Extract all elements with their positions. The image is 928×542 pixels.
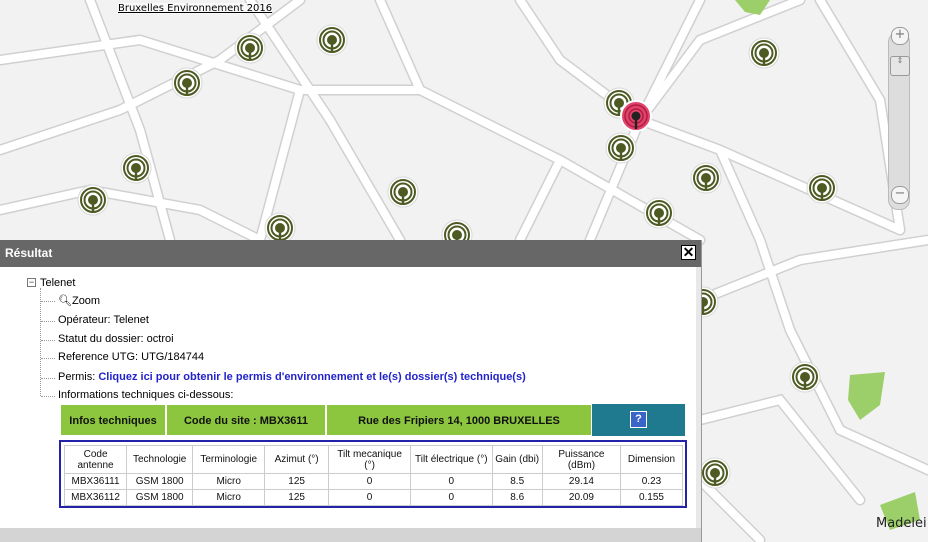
antenna-marker-icon[interactable] (699, 457, 731, 489)
permis-link[interactable]: Cliquez ici pour obtenir le permis d'env… (98, 371, 525, 383)
table-cell: 0.23 (619, 473, 684, 490)
tree-item-operator: Opérateur: Telenet (58, 314, 149, 326)
table-row: MBX36111 GSM 1800 Micro 125 0 0 8.5 29.1… (63, 473, 684, 490)
tree-root-label[interactable]: Telenet (40, 277, 75, 289)
tree-collapse-icon[interactable]: − (27, 278, 36, 287)
table-cell: 0 (328, 473, 412, 490)
map-attribution[interactable]: Bruxelles Environnement 2016 (118, 3, 273, 14)
zoom-slider-handle[interactable]: ⇕ (890, 56, 910, 76)
antenna-marker-icon[interactable] (690, 162, 722, 194)
antenna-marker-icon[interactable] (264, 212, 296, 244)
address-cell: Rue des Fripiers 14, 1000 BRUXELLES (326, 404, 592, 436)
column-header: Gain (dbi) (491, 445, 543, 474)
panel-bottom-strip (0, 528, 701, 542)
table-cell: 8.6 (491, 489, 543, 506)
table-cell: 0 (328, 489, 412, 506)
antenna-marker-icon[interactable] (234, 32, 266, 64)
table-cell: 0 (410, 473, 493, 490)
table-row: MBX36112 GSM 1800 Micro 125 0 0 8.6 20.0… (63, 489, 684, 506)
tree-branch (41, 358, 55, 359)
infos-techniques-cell: Infos techniques (60, 404, 166, 436)
column-header: Dimension (619, 445, 684, 474)
table-cell: MBX36111 (63, 473, 128, 490)
tree-branch (41, 378, 55, 379)
column-header: Code antenne (63, 445, 128, 474)
column-header: Tilt électrique (°) (410, 445, 493, 474)
column-header: Tilt mecanique (°) (328, 445, 412, 474)
antenna-marker-icon[interactable] (748, 37, 780, 69)
tree-item-info: Informations techniques ci-dessous: (58, 389, 234, 401)
table-cell: 125 (264, 489, 330, 506)
tree-branch (41, 321, 55, 322)
panel-scrollbar[interactable] (696, 267, 701, 542)
panel-titlebar[interactable]: Résultat ✕ (0, 240, 701, 267)
zoom-out-button[interactable]: − (891, 186, 909, 204)
tree-connector (40, 288, 41, 396)
antenna-marker-icon[interactable] (806, 172, 838, 204)
table-cell: 29.14 (541, 473, 621, 490)
technical-info-bar: Infos techniques Code du site : MBX3611 … (60, 404, 685, 436)
table-cell: MBX36112 (63, 489, 128, 506)
antenna-marker-icon[interactable] (77, 184, 109, 216)
zoom-link[interactable]: Zoom (72, 295, 100, 307)
permis-label: Permis: (58, 371, 99, 383)
antenna-table: Code antenne Technologie Terminologie Az… (63, 445, 684, 506)
close-icon[interactable]: ✕ (681, 245, 696, 260)
column-header: Terminologie (192, 445, 266, 474)
selected-antenna-marker-icon[interactable] (620, 100, 652, 132)
tree-item-reference: Reference UTG: UTG/184744 (58, 351, 205, 363)
tree-branch (41, 396, 55, 397)
table-cell: 8.5 (491, 473, 543, 490)
column-header: Azimut (°) (264, 445, 330, 474)
table-cell: 20.09 (541, 489, 621, 506)
tree-branch (41, 301, 55, 302)
tree-branch (41, 340, 55, 341)
table-cell: Micro (192, 489, 266, 506)
zoom-control: + ⇕ − (885, 22, 913, 214)
magnifier-icon: 🔍︎ (58, 295, 72, 307)
column-header: Technologie (126, 445, 194, 474)
table-cell: 125 (264, 473, 330, 490)
antenna-marker-icon[interactable] (387, 176, 419, 208)
table-cell: GSM 1800 (126, 489, 194, 506)
table-header-row: Code antenne Technologie Terminologie Az… (63, 445, 684, 474)
antenna-marker-icon[interactable] (643, 197, 675, 229)
tree-item-zoom[interactable]: 🔍︎Zoom (58, 294, 100, 307)
tree-item-permis: Permis: Cliquez ici pour obtenir le perm… (58, 371, 526, 383)
zoom-in-button[interactable]: + (891, 27, 909, 45)
table-cell: GSM 1800 (126, 473, 194, 490)
antenna-marker-icon[interactable] (316, 24, 348, 56)
antenna-table-frame: Code antenne Technologie Terminologie Az… (59, 440, 687, 508)
column-header: Puissance (dBm) (541, 445, 621, 474)
antenna-marker-icon[interactable] (120, 152, 152, 184)
site-code-cell: Code du site : MBX3611 (166, 404, 326, 436)
table-cell: 0 (410, 489, 493, 506)
help-cell: ? (592, 404, 685, 436)
tree-item-status: Statut du dossier: octroi (58, 333, 174, 345)
antenna-marker-icon[interactable] (789, 361, 821, 393)
table-cell: 0.155 (619, 489, 684, 506)
table-cell: Micro (192, 473, 266, 490)
street-label: Madelei (876, 516, 927, 531)
antenna-marker-icon[interactable] (171, 67, 203, 99)
panel-title: Résultat (5, 246, 53, 260)
antenna-marker-icon[interactable] (605, 132, 637, 164)
help-icon[interactable]: ? (630, 411, 647, 428)
